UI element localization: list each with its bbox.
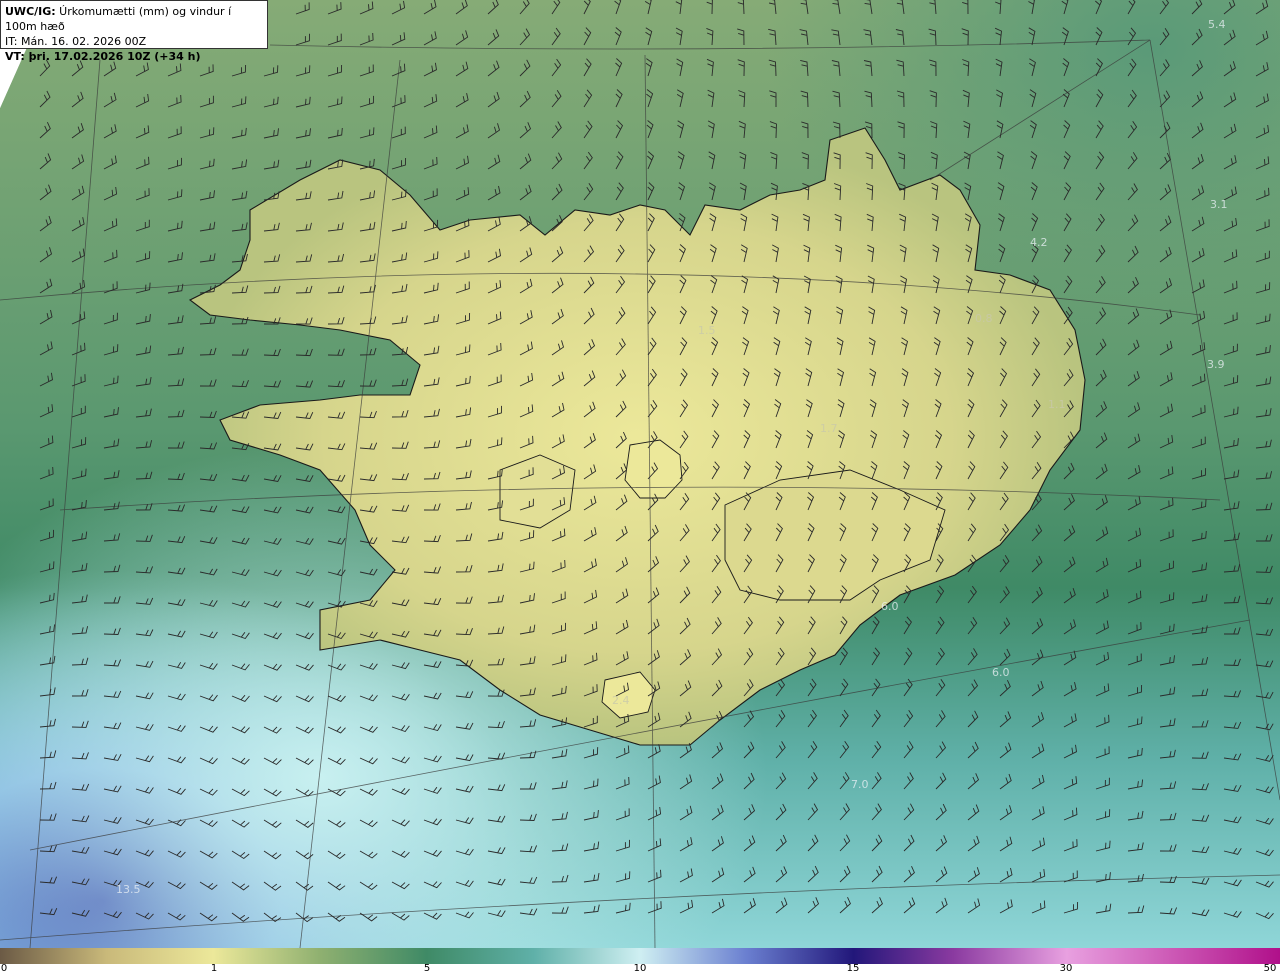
value-label: 1.7 — [820, 422, 838, 435]
value-label: 3.9 — [1207, 358, 1225, 371]
legend-tick: 0 — [0, 963, 8, 974]
value-label: 5.4 — [1208, 18, 1226, 31]
valid-time: VT: þri. 17.02.2026 10Z (+34 h) — [5, 50, 201, 63]
value-label: 3.1 — [1210, 198, 1228, 211]
legend-tick: 50 — [1263, 963, 1277, 974]
legend-tick: 30 — [1059, 963, 1073, 974]
value-label: 4.2 — [1030, 236, 1048, 249]
legend-tick: 5 — [423, 963, 431, 974]
value-label: 13.5 — [116, 883, 141, 896]
legend-tick: 1 — [210, 963, 218, 974]
value-label: 7.0 — [851, 778, 869, 791]
value-label: 1.1 — [1048, 398, 1066, 411]
color-legend-bar — [0, 948, 1280, 964]
precipitation-wind-map: 5.4 3.1 4.2 3.9 6.0 6.0 7.0 13.5 1.7 1.5… — [0, 0, 1280, 948]
info-title-line: UWC/IG: Úrkomumætti (mm) og vindur í 100… — [5, 4, 263, 34]
model-label: UWC/IG: — [5, 5, 56, 18]
value-label: 0.8 — [975, 312, 993, 325]
map-info-box: UWC/IG: Úrkomumætti (mm) og vindur í 100… — [0, 0, 268, 63]
legend-tick-labels: 0 1 5 10 15 30 50 — [0, 963, 1280, 978]
value-label: 1.5 — [698, 324, 716, 337]
legend-tick: 10 — [633, 963, 647, 974]
value-label: 6.0 — [992, 666, 1010, 679]
initial-time: IT: Mán. 16. 02. 2026 00Z — [5, 35, 147, 48]
value-label: 6.0 — [881, 600, 899, 613]
legend-tick: 15 — [846, 963, 860, 974]
value-label: 2.4 — [612, 694, 630, 707]
